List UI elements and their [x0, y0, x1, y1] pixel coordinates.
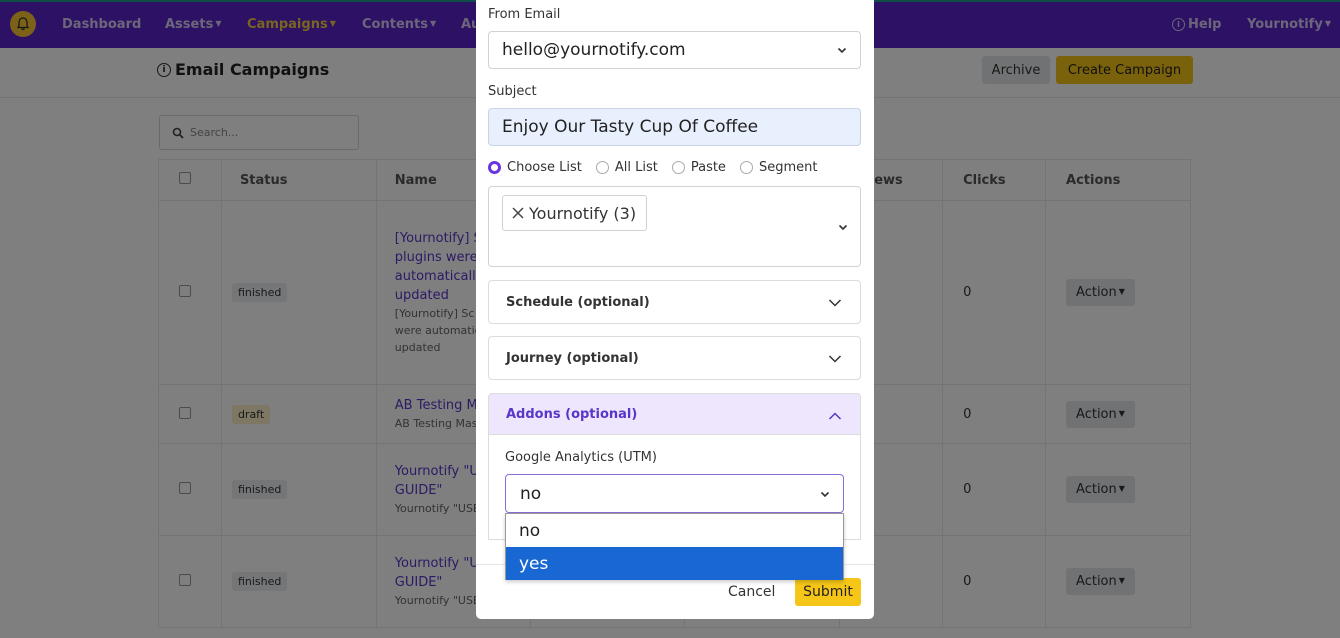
chevron-down-icon [820, 491, 830, 497]
radio-all-list[interactable]: All List [595, 160, 658, 175]
subject-label: Subject [488, 84, 537, 99]
utm-select[interactable]: no [505, 474, 844, 513]
selected-list-tag: Yournotify (3) [502, 195, 648, 231]
list-multiselect[interactable]: Yournotify (3) [488, 186, 861, 267]
radio-segment[interactable]: Segment [739, 160, 817, 175]
remove-tag-icon[interactable] [511, 206, 525, 220]
radio-paste[interactable]: Paste [671, 160, 726, 175]
addons-accordion[interactable]: Addons (optional) [488, 393, 861, 435]
cancel-button[interactable]: Cancel [728, 578, 775, 606]
from-email-select[interactable]: hello@yournotify.com [488, 31, 861, 69]
schedule-accordion[interactable]: Schedule (optional) [488, 280, 861, 324]
journey-accordion[interactable]: Journey (optional) [488, 336, 861, 380]
from-email-label: From Email [488, 7, 561, 22]
chevron-up-icon [828, 412, 842, 420]
chevron-down-icon [838, 224, 848, 231]
utm-option-no[interactable]: no [506, 514, 843, 547]
radio-unchecked-icon [671, 161, 685, 174]
chevron-down-icon [828, 355, 842, 363]
utm-option-yes[interactable]: yes [506, 547, 843, 580]
utm-options-dropdown: no yes [505, 513, 844, 580]
chevron-down-icon [828, 299, 842, 307]
radio-checked-icon [488, 161, 501, 174]
submit-button[interactable]: Submit [795, 578, 861, 606]
utm-label: Google Analytics (UTM) [505, 450, 657, 465]
radio-unchecked-icon [595, 161, 609, 174]
campaign-modal: From Email hello@yournotify.com Subject … [476, 0, 874, 619]
list-type-radio-group: Choose List All List Paste Segment [488, 160, 831, 175]
chevron-down-icon [837, 47, 847, 54]
subject-input[interactable]: Enjoy Our Tasty Cup Of Coffee [488, 108, 861, 146]
radio-choose-list[interactable]: Choose List [488, 160, 582, 175]
radio-unchecked-icon [739, 161, 753, 174]
